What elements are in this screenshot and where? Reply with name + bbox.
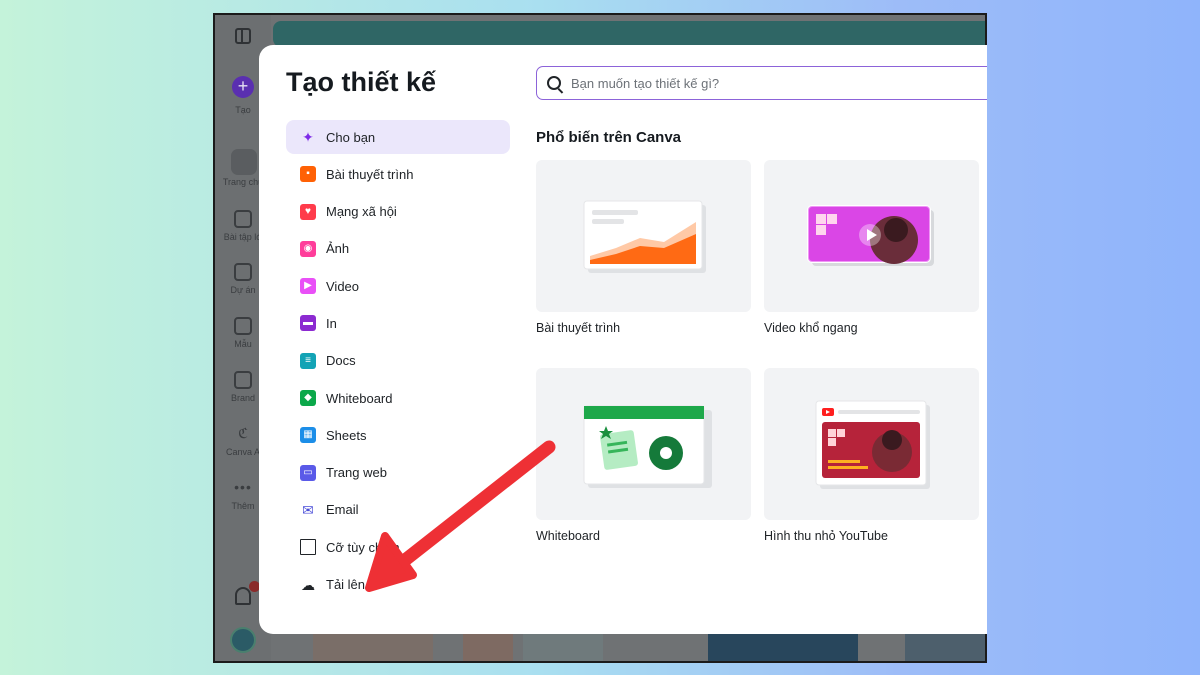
nav-label: Cho bạn: [326, 129, 376, 145]
toggle-panel-icon[interactable]: [235, 28, 251, 44]
brand-icon: [234, 371, 252, 389]
modal-title: Tạo thiết kế: [286, 67, 437, 97]
card-label: Video khổ ngang: [764, 321, 858, 335]
avatar[interactable]: [230, 627, 256, 653]
nav-item-upload[interactable]: ☁ Tải lên: [286, 568, 510, 602]
rail-label-canva-ai: Canva A: [225, 447, 261, 457]
background-thumbnails: [273, 633, 985, 661]
email-icon: ✉: [302, 501, 314, 518]
search-input[interactable]: [571, 75, 951, 91]
card-presentation[interactable]: Bài thuyết trình: [536, 160, 751, 335]
nav-label: Whiteboard: [326, 390, 393, 406]
card-whiteboard[interactable]: Whiteboard: [536, 368, 751, 543]
rail-label-projects: Dự án: [230, 285, 256, 295]
nav-label: Tải lên: [326, 577, 366, 593]
website-icon: ▭: [300, 464, 316, 481]
card-landscape-video[interactable]: Video khổ ngang: [764, 160, 979, 335]
nav-label: Mạng xã hội: [326, 204, 397, 220]
nav-item-print[interactable]: ▬ In: [286, 306, 510, 340]
card-label: Hình thu nhỏ YouTube: [764, 529, 888, 543]
more-dots-icon: •••: [234, 479, 252, 495]
card-youtube-thumbnail[interactable]: Hình thu nhỏ YouTube: [764, 368, 979, 543]
card-thumbnail: [764, 368, 979, 520]
nav-label: Ảnh: [326, 241, 350, 257]
card-thumbnail: [764, 160, 979, 312]
nav-item-docs[interactable]: ≡ Docs: [286, 344, 510, 378]
search-icon: [547, 76, 561, 90]
create-design-modal: Tạo thiết kế ✦ Cho bạn ▪ Bài thuyết trìn…: [259, 45, 987, 634]
sparkle-icon: ✦: [302, 129, 314, 145]
create-button[interactable]: +: [232, 76, 254, 98]
presentation-icon: ▪: [300, 166, 316, 183]
video-icon: ▶: [300, 278, 316, 295]
sheets-icon: ▦: [300, 427, 316, 444]
card-thumbnail: [536, 368, 751, 520]
card-label: Bài thuyết trình: [536, 321, 621, 335]
nav-label: Cỡ tùy chỉnh: [326, 539, 400, 555]
canva-ai-icon: ℭ: [238, 425, 248, 441]
nav-item-presentation[interactable]: ▪ Bài thuyết trình: [286, 157, 510, 191]
rail-label-brand: Brand: [230, 393, 256, 403]
template-icon: [234, 317, 252, 335]
nav-label: Trang web: [326, 465, 387, 481]
docs-icon: ≡: [300, 352, 316, 369]
search-box[interactable]: [536, 66, 987, 100]
rail-label-templates: Mẫu: [234, 339, 252, 349]
nav-item-sheets[interactable]: ▦ Sheets: [286, 418, 510, 452]
custom-size-icon: [300, 539, 316, 556]
graduation-cap-icon: [234, 210, 252, 228]
nav-label: Video: [326, 278, 360, 294]
nav-item-photo[interactable]: ◉ Ảnh: [286, 232, 510, 266]
section-title: Phổ biến trên Canva: [536, 129, 682, 146]
nav-item-social-media[interactable]: ♥ Mạng xã hội: [286, 195, 510, 229]
nav-label: Sheets: [326, 427, 367, 443]
rail-label-more: Thêm: [231, 501, 255, 511]
nav-label: Docs: [326, 353, 356, 369]
folder-icon: [234, 263, 252, 281]
nav-item-whiteboard[interactable]: ◆ Whiteboard: [286, 381, 510, 415]
printer-icon: ▬: [300, 315, 316, 332]
upload-cloud-icon: ☁: [301, 576, 315, 593]
top-bar: [273, 21, 985, 47]
nav-label: In: [326, 315, 337, 331]
camera-icon: ◉: [300, 240, 316, 257]
nav-item-for-you[interactable]: ✦ Cho bạn: [286, 120, 510, 154]
card-thumbnail: [536, 160, 751, 312]
nav-label: Email: [326, 502, 359, 518]
nav-item-website[interactable]: ▭ Trang web: [286, 456, 510, 490]
rail-label-classwork: Bài tập lớ: [223, 232, 263, 242]
nav-item-email[interactable]: ✉ Email: [286, 493, 510, 527]
design-type-nav: ✦ Cho bạn ▪ Bài thuyết trình ♥ Mạng xã h…: [286, 120, 510, 605]
bell-icon[interactable]: [235, 587, 251, 605]
whiteboard-icon: ◆: [300, 390, 316, 407]
heart-icon: ♥: [300, 203, 316, 220]
nav-item-custom-size[interactable]: Cỡ tùy chỉnh: [286, 530, 510, 564]
card-label: Whiteboard: [536, 529, 600, 543]
home-icon[interactable]: [231, 149, 257, 175]
nav-label: Bài thuyết trình: [326, 166, 414, 182]
nav-item-video[interactable]: ▶ Video: [286, 269, 510, 303]
